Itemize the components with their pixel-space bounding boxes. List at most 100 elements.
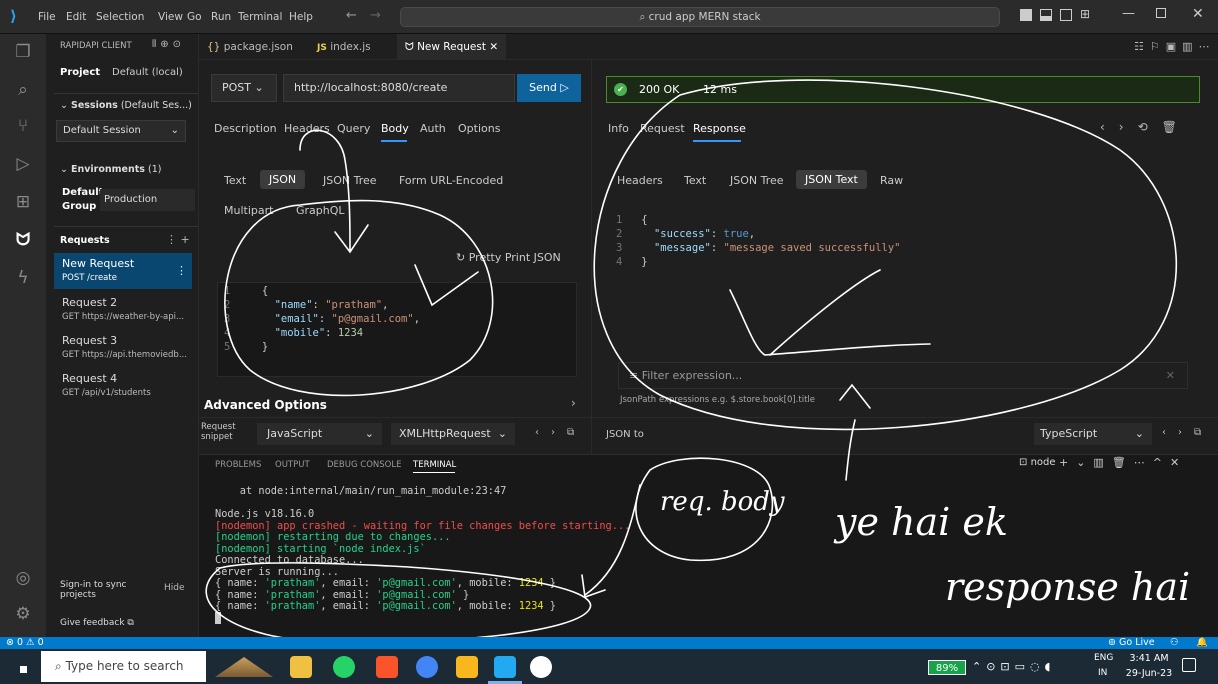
request-name[interactable]: Request 3: [62, 334, 117, 347]
close-tab-icon[interactable]: ✕: [489, 41, 498, 53]
account-icon[interactable]: ◎: [11, 566, 35, 590]
view-text[interactable]: Text: [684, 174, 706, 187]
tab-body[interactable]: Body: [381, 122, 409, 135]
json-body-editor[interactable]: 1 { 2 "name": "pratham", 3 "email": "p@g…: [217, 282, 577, 377]
maximize-icon[interactable]: [1156, 8, 1166, 18]
forward-arrow-icon[interactable]: →: [370, 8, 381, 23]
command-center[interactable]: ⌕ crud app MERN stack: [400, 7, 1000, 27]
panel-tab-debug-console[interactable]: DEBUG CONSOLE: [327, 460, 401, 470]
tab-info[interactable]: Info: [608, 122, 629, 135]
editor-actions-icon[interactable]: ☷⚐▣▥⋯: [1134, 40, 1216, 53]
menu-edit[interactable]: Edit: [66, 11, 86, 23]
menu-file[interactable]: File: [38, 11, 56, 23]
session-select[interactable]: Default Session ⌄: [56, 120, 186, 142]
input-region[interactable]: IN: [1098, 668, 1107, 678]
tab-package-json[interactable]: {} package.json: [199, 34, 301, 60]
sessions-header[interactable]: ⌄ Sessions (Default Ses...): [60, 100, 192, 111]
tab-description[interactable]: Description: [214, 122, 277, 135]
body-type-json[interactable]: JSON: [260, 170, 306, 189]
body-type-multipart[interactable]: Multipart: [224, 204, 273, 217]
view-json-text[interactable]: JSON Text: [796, 170, 867, 189]
sidebar-actions-icon[interactable]: ⫴⊕⊙: [152, 39, 185, 50]
rapidapi-icon[interactable]: ᗢ: [11, 228, 35, 252]
source-control-icon[interactable]: ⑂: [11, 114, 35, 138]
method-select[interactable]: POST ⌄: [211, 74, 277, 102]
menu-run[interactable]: Run: [211, 11, 231, 23]
tab-auth[interactable]: Auth: [420, 122, 446, 135]
menu-view[interactable]: View: [158, 11, 183, 23]
vscode-taskbar-icon[interactable]: [494, 656, 516, 678]
view-raw[interactable]: Raw: [880, 174, 903, 187]
customize-layout-icon[interactable]: ⊞: [1080, 7, 1090, 21]
back-arrow-icon[interactable]: ←: [346, 8, 357, 23]
close-icon[interactable]: ✕: [1192, 6, 1204, 22]
tab-headers[interactable]: Headers: [284, 122, 330, 135]
filter-expression-input[interactable]: ≡ Filter expression... ✕: [618, 362, 1188, 389]
env-select[interactable]: Production: [100, 189, 195, 211]
panel-tab-terminal[interactable]: TERMINAL: [413, 460, 456, 470]
whatsapp-icon[interactable]: [333, 656, 355, 678]
tab-query[interactable]: Query: [337, 122, 370, 135]
input-language[interactable]: ENG: [1094, 653, 1113, 663]
menu-selection[interactable]: Selection: [96, 11, 144, 23]
problems-count[interactable]: ⊗ 0 ⚠ 0: [6, 637, 44, 648]
notifications-bell-icon[interactable]: 🔔: [1196, 637, 1208, 648]
toggle-sidebar-icon[interactable]: [1020, 9, 1032, 21]
terminal-output[interactable]: at node:internal/main/run_main_module:23…: [215, 485, 630, 624]
terminal-actions-icon[interactable]: +⌄▥🗑⋯^✕: [1059, 456, 1187, 469]
request-name[interactable]: Request 2: [62, 296, 117, 309]
toggle-secondary-sidebar-icon[interactable]: [1060, 9, 1072, 21]
view-headers[interactable]: Headers: [617, 174, 663, 187]
go-live-button[interactable]: ⊚ Go Live: [1108, 637, 1155, 648]
request-name[interactable]: Request 4: [62, 372, 117, 385]
body-type-json-tree[interactable]: JSON Tree: [323, 174, 377, 187]
hide-button[interactable]: Hide: [164, 583, 185, 593]
give-feedback-link[interactable]: Give feedback ⧉: [60, 618, 134, 628]
run-debug-icon[interactable]: ▷: [11, 152, 35, 176]
snippet-language-select[interactable]: JavaScript ⌄: [257, 423, 382, 445]
menu-go[interactable]: Go: [187, 11, 202, 23]
project-select[interactable]: Default (local): [112, 67, 183, 78]
toggle-panel-icon[interactable]: [1040, 9, 1052, 21]
menu-terminal[interactable]: Terminal: [238, 11, 282, 23]
json-to-actions-icon[interactable]: ‹›⧉: [1162, 427, 1213, 438]
advanced-options-header[interactable]: Advanced Options: [204, 398, 327, 412]
clock-time[interactable]: 3:41 AM: [1126, 653, 1172, 664]
add-request-icon[interactable]: ⋮ +: [166, 233, 190, 246]
explorer-icon[interactable]: ❐: [11, 40, 35, 64]
notification-center-icon[interactable]: [1182, 658, 1196, 672]
tab-response[interactable]: Response: [693, 122, 746, 135]
body-type-form[interactable]: Form URL-Encoded: [399, 174, 503, 187]
environments-header[interactable]: ⌄ Environments (1): [60, 164, 161, 175]
pyramid-widget-icon[interactable]: [215, 657, 273, 677]
account-status-icon[interactable]: ⚇: [1170, 637, 1179, 648]
sticky-notes-icon[interactable]: [456, 656, 478, 678]
taskbar-search-input[interactable]: ⌕ Type here to search: [41, 651, 206, 682]
send-button[interactable]: Send ▷: [517, 74, 581, 102]
clear-filter-icon[interactable]: ✕: [1166, 363, 1175, 388]
menu-help[interactable]: Help: [289, 11, 313, 23]
body-type-text[interactable]: Text: [224, 174, 246, 187]
pretty-print-button[interactable]: ↻ Pretty Print JSON: [456, 251, 561, 264]
mongodb-compass-icon[interactable]: [530, 656, 552, 678]
panel-tab-output[interactable]: OUTPUT: [275, 460, 310, 470]
tab-options[interactable]: Options: [458, 122, 500, 135]
tab-index-js[interactable]: JS index.js: [309, 34, 379, 60]
battery-indicator[interactable]: 89%: [928, 660, 966, 675]
tab-new-request[interactable]: ᗢ New Request ✕: [397, 34, 507, 60]
response-actions-icon[interactable]: ‹›⟲🗑: [1100, 120, 1191, 134]
view-json-tree[interactable]: JSON Tree: [730, 174, 784, 187]
terminal-shell-select[interactable]: ⊡ node: [1019, 457, 1056, 468]
panel-tab-problems[interactable]: PROBLEMS: [215, 460, 261, 470]
settings-gear-icon[interactable]: ⚙: [11, 602, 35, 626]
system-tray-icons[interactable]: ⌃⊙⊡▭◌◖: [972, 660, 1055, 673]
snippet-library-select[interactable]: XMLHttpRequest ⌄: [391, 423, 515, 445]
request-more-icon[interactable]: ⋮: [176, 264, 187, 277]
body-type-graphql[interactable]: GraphQL: [296, 204, 345, 217]
clock-date[interactable]: 29-Jun-23: [1120, 668, 1178, 679]
url-input[interactable]: http://localhost:8080/create: [283, 74, 515, 102]
file-explorer-icon[interactable]: [290, 656, 312, 678]
search-icon[interactable]: ⌕: [11, 78, 35, 102]
chevron-right-icon[interactable]: ›: [571, 396, 576, 410]
minimize-icon[interactable]: —: [1122, 6, 1135, 21]
